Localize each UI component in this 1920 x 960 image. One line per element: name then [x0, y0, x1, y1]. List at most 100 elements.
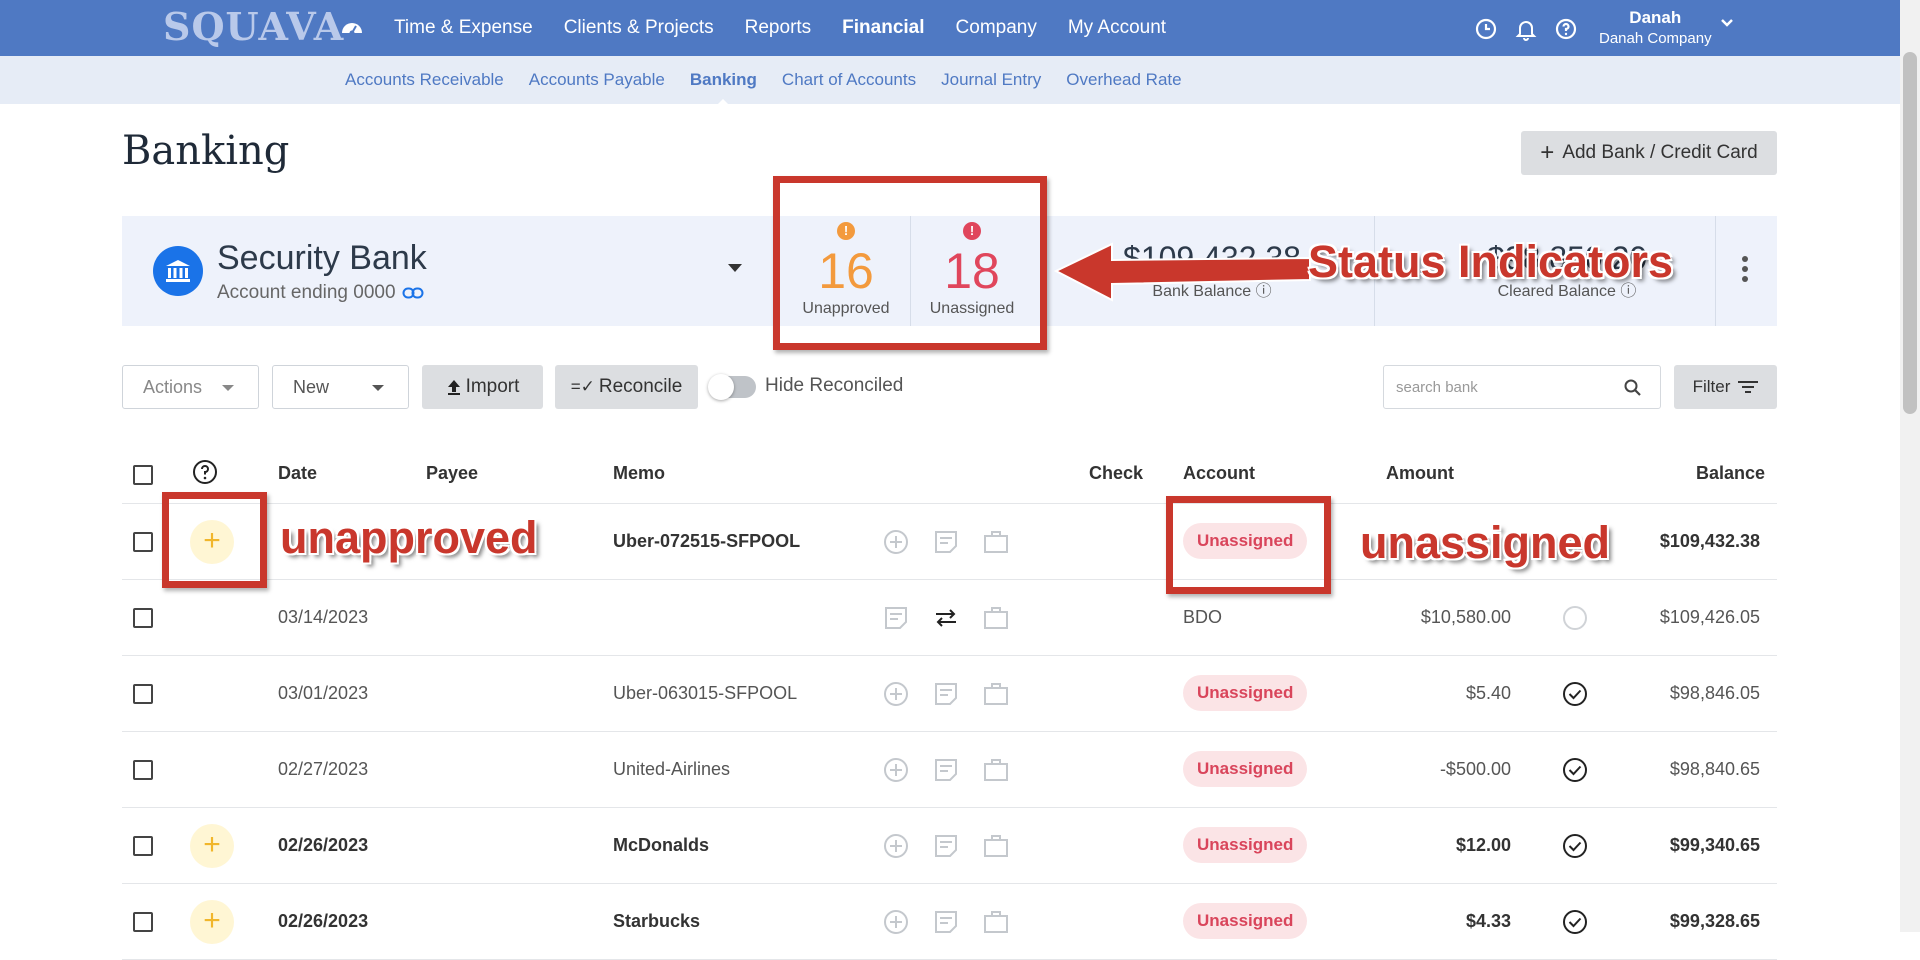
actions-label: Actions: [143, 376, 203, 397]
add-circle-icon[interactable]: [882, 680, 910, 708]
table-row[interactable]: + 02/26/2023 McDonalds Unassigned $12.00…: [122, 808, 1777, 884]
note-icon[interactable]: [932, 680, 960, 708]
logo[interactable]: SQUAVA: [163, 4, 344, 49]
user-menu[interactable]: Danah Danah Company: [1599, 8, 1712, 47]
row-memo: McDonalds: [613, 835, 710, 855]
select-all-checkbox[interactable]: [133, 465, 153, 485]
top-icons: [1474, 17, 1578, 41]
actions-dropdown[interactable]: Actions: [122, 365, 259, 409]
search-icon[interactable]: [1624, 379, 1642, 397]
briefcase-icon[interactable]: [982, 756, 1010, 784]
link-icon[interactable]: [402, 286, 424, 300]
briefcase-icon[interactable]: [982, 528, 1010, 556]
add-circle-icon[interactable]: [882, 756, 910, 784]
header-balance[interactable]: Balance: [1696, 463, 1765, 484]
row-balance: $98,846.05: [1669, 683, 1760, 703]
table-row[interactable]: + 02/26/2023 Starbucks Unassigned $4.33 …: [122, 884, 1777, 960]
dashboard-icon[interactable]: [340, 17, 364, 39]
help-icon[interactable]: [1554, 17, 1578, 41]
bank-icon: [153, 246, 203, 296]
account-badge[interactable]: Unassigned: [1183, 827, 1308, 863]
reconciled-check-icon[interactable]: [1562, 909, 1588, 935]
bell-icon[interactable]: [1514, 17, 1538, 41]
header-check[interactable]: Check: [1089, 463, 1143, 484]
header-payee[interactable]: Payee: [426, 463, 478, 484]
row-balance: $99,328.65: [1669, 911, 1760, 931]
note-icon[interactable]: [932, 756, 960, 784]
more-options-icon[interactable]: [1742, 256, 1750, 286]
briefcase-icon[interactable]: [982, 680, 1010, 708]
top-nav: SQUAVA Time & Expense Clients & Projects…: [0, 0, 1900, 56]
reconcile-label: Reconcile: [598, 376, 683, 397]
menu-my-account[interactable]: My Account: [1068, 17, 1166, 39]
filter-button[interactable]: Filter: [1674, 365, 1777, 409]
header-date[interactable]: Date: [278, 463, 317, 484]
reconciled-check-icon[interactable]: [1562, 681, 1588, 707]
clock-icon[interactable]: [1474, 17, 1498, 41]
unreconciled-circle-icon[interactable]: [1562, 605, 1588, 631]
menu-company[interactable]: Company: [956, 17, 1037, 39]
new-dropdown[interactable]: New: [272, 365, 409, 409]
subnav-overhead-rate[interactable]: Overhead Rate: [1066, 70, 1181, 90]
import-button[interactable]: Import: [422, 365, 543, 409]
divider: [1715, 216, 1716, 326]
header-amount[interactable]: Amount: [1386, 463, 1454, 484]
row-checkbox[interactable]: [133, 532, 153, 552]
account-badge[interactable]: Unassigned: [1183, 675, 1308, 711]
table-row[interactable]: 03/01/2023 Uber-063015-SFPOOL Unassigned…: [122, 656, 1777, 732]
note-icon[interactable]: [932, 528, 960, 556]
row-balance: $99,340.65: [1669, 835, 1760, 855]
row-checkbox[interactable]: [133, 760, 153, 780]
transfer-icon[interactable]: [932, 604, 960, 632]
note-icon[interactable]: [932, 832, 960, 860]
annotation-unapproved-text: unapproved: [280, 512, 538, 563]
scrollbar[interactable]: [1900, 0, 1920, 932]
subnav-chart-of-accounts[interactable]: Chart of Accounts: [782, 70, 916, 90]
row-checkbox[interactable]: [133, 684, 153, 704]
row-amount: $12.00: [1455, 835, 1511, 855]
approve-icon[interactable]: +: [190, 824, 234, 868]
account-badge[interactable]: Unassigned: [1183, 751, 1308, 787]
row-date: 03/14/2023: [278, 607, 369, 627]
row-date: 02/27/2023: [278, 759, 369, 779]
row-checkbox[interactable]: [133, 836, 153, 856]
row-memo: Starbucks: [613, 911, 701, 931]
reconcile-icon: =✓: [570, 377, 595, 396]
header-memo[interactable]: Memo: [613, 463, 665, 484]
row-amount: -$500.00: [1439, 759, 1511, 779]
header-account[interactable]: Account: [1183, 463, 1255, 484]
new-label: New: [293, 376, 330, 397]
approve-icon[interactable]: +: [190, 900, 234, 944]
row-amount: $10,580.00: [1420, 607, 1511, 627]
bank-select-caret[interactable]: [728, 264, 742, 272]
menu-reports[interactable]: Reports: [745, 17, 812, 39]
note-icon[interactable]: [882, 604, 910, 632]
reconciled-check-icon[interactable]: [1562, 833, 1588, 859]
help-icon[interactable]: [192, 459, 218, 485]
add-circle-icon[interactable]: [882, 528, 910, 556]
subnav-journal-entry[interactable]: Journal Entry: [941, 70, 1041, 90]
search-input[interactable]: search bank: [1383, 365, 1661, 409]
account-badge[interactable]: Unassigned: [1183, 903, 1308, 939]
briefcase-icon[interactable]: [982, 604, 1010, 632]
chevron-down-icon[interactable]: [1720, 18, 1734, 28]
briefcase-icon[interactable]: [982, 832, 1010, 860]
menu-time-expense[interactable]: Time & Expense: [394, 17, 533, 39]
add-bank-button[interactable]: + Add Bank / Credit Card: [1521, 131, 1777, 175]
hide-reconciled-toggle[interactable]: [708, 374, 756, 400]
reconciled-check-icon[interactable]: [1562, 757, 1588, 783]
annotation-unassigned-text: unassigned: [1360, 517, 1611, 568]
subnav-accounts-payable[interactable]: Accounts Payable: [529, 70, 665, 90]
row-checkbox[interactable]: [133, 608, 153, 628]
scrollbar-thumb[interactable]: [1903, 52, 1917, 414]
add-circle-icon[interactable]: [882, 832, 910, 860]
subnav-accounts-receivable[interactable]: Accounts Receivable: [345, 70, 504, 90]
subnav-banking[interactable]: Banking: [690, 70, 757, 106]
menu-financial[interactable]: Financial: [842, 17, 924, 39]
table-row[interactable]: 03/14/2023 BDO $10,580.00 $109,426.05: [122, 580, 1777, 656]
table-row[interactable]: 02/27/2023 United-Airlines Unassigned -$…: [122, 732, 1777, 808]
reconcile-button[interactable]: =✓ Reconcile: [555, 365, 698, 409]
row-checkbox[interactable]: [133, 912, 153, 932]
menu-clients-projects[interactable]: Clients & Projects: [564, 17, 714, 39]
row-memo: United-Airlines: [613, 759, 731, 779]
